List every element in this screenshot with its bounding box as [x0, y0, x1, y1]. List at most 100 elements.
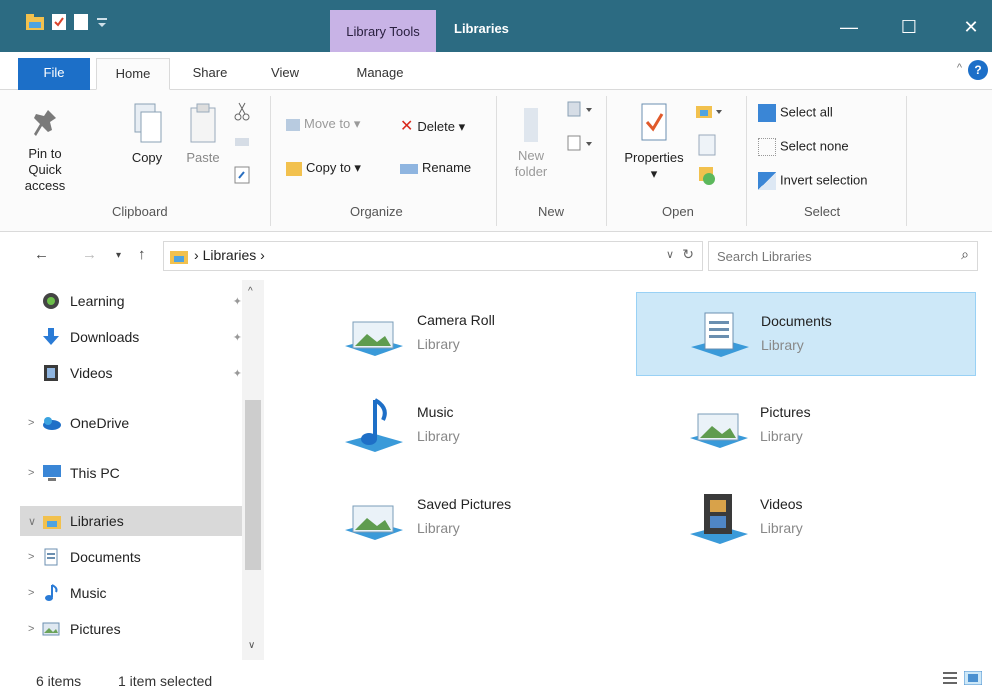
minimize-button[interactable]: — — [836, 16, 862, 38]
nav-item-label: Downloads — [70, 329, 140, 345]
folder-icon[interactable] — [26, 14, 44, 33]
library-item-camera-roll[interactable]: Camera Roll Library — [345, 292, 685, 376]
nav-item-pictures[interactable]: > Pictures — [20, 614, 246, 644]
nav-item-label: Documents — [70, 549, 141, 565]
select-all-button[interactable]: Select all — [758, 104, 833, 122]
select-none-button[interactable]: Select none — [758, 138, 849, 156]
tab-view[interactable]: View — [260, 58, 310, 90]
search-input[interactable] — [717, 246, 937, 266]
nav-item-onedrive[interactable]: > OneDrive — [20, 408, 246, 438]
delete-label: Delete — [417, 119, 455, 134]
maximize-button[interactable]: ☐ — [896, 16, 922, 38]
select-none-icon — [758, 138, 776, 156]
edit-icon[interactable] — [698, 134, 716, 159]
organize-group-label: Organize — [350, 204, 403, 219]
tab-home[interactable]: Home — [96, 58, 170, 90]
open-folder-icon[interactable] — [696, 102, 724, 123]
selection-count: 1 item selected — [118, 673, 213, 689]
library-type: Library — [417, 520, 460, 536]
properties-label: Properties — [624, 150, 684, 165]
library-item-saved-pictures[interactable]: Saved Pictures Library — [345, 476, 685, 560]
customize-dropdown-icon[interactable] — [96, 14, 108, 33]
library-item-videos[interactable]: Videos Library — [636, 476, 976, 560]
new-folder-button[interactable]: New folder — [506, 104, 556, 180]
delete-button[interactable]: ✕ Delete ▾ — [400, 116, 465, 136]
invert-selection-label: Invert selection — [780, 172, 868, 188]
back-arrow-icon[interactable]: ← — [34, 246, 49, 263]
pin-icon[interactable]: ✦ — [233, 295, 242, 308]
ribbon-separator — [496, 96, 497, 226]
library-item-documents[interactable]: Documents Library — [636, 292, 976, 376]
library-item-pictures[interactable]: Pictures Library — [636, 384, 976, 468]
help-icon[interactable]: ? — [968, 60, 988, 80]
nav-item-videos[interactable]: Videos ✦ — [20, 358, 246, 388]
nav-item-documents[interactable]: > Documents — [20, 542, 246, 572]
refresh-icon[interactable]: ↻ — [682, 246, 694, 263]
nav-item-downloads[interactable]: Downloads ✦ — [20, 322, 246, 352]
nav-item-learning[interactable]: Learning ✦ — [20, 286, 246, 316]
title-bar: Library Tools Libraries — ☐ ✕ — [0, 0, 992, 52]
move-to-label: Move to — [304, 116, 351, 131]
large-icons-view-icon[interactable] — [963, 670, 983, 688]
cut-icon[interactable] — [234, 102, 250, 125]
new-item-icon[interactable] — [566, 100, 596, 123]
pin-label: Pin to Quick access — [24, 146, 66, 193]
easy-access-icon[interactable] — [566, 134, 596, 157]
pin-to-quick-access-button[interactable]: Pin to Quick access — [4, 106, 86, 194]
properties-icon — [638, 102, 670, 150]
history-icon[interactable] — [698, 166, 716, 189]
properties-check-icon[interactable] — [52, 14, 66, 33]
properties-button[interactable]: Properties ▾ — [614, 102, 694, 182]
paste-button[interactable]: Paste — [180, 102, 226, 166]
copy-to-label: Copy to — [306, 160, 351, 175]
paste-shortcut-icon[interactable] — [234, 166, 250, 187]
invert-selection-button[interactable]: Invert selection — [758, 172, 867, 190]
picture-icon — [42, 620, 62, 638]
scroll-down-icon[interactable]: ∨ — [248, 640, 255, 651]
nav-item-libraries[interactable]: ∨ Libraries — [20, 506, 246, 536]
chevron-right-icon[interactable]: > — [28, 623, 42, 635]
copy-button[interactable]: Copy — [122, 102, 172, 166]
picture-library-icon — [345, 302, 405, 362]
search-box[interactable]: ⌕ — [708, 241, 978, 271]
address-dropdown-icon[interactable]: ∨ — [666, 248, 674, 261]
chevron-down-icon[interactable]: ∨ — [28, 515, 42, 528]
chevron-right-icon[interactable]: > — [28, 587, 42, 599]
forward-arrow-icon[interactable]: → — [82, 246, 97, 263]
copy-to-button[interactable]: Copy to ▾ — [286, 160, 361, 176]
library-type: Library — [761, 337, 804, 353]
tab-file[interactable]: File — [18, 58, 90, 90]
pin-icon[interactable]: ✦ — [233, 331, 242, 344]
item-count: 6 items — [36, 673, 82, 689]
select-all-icon — [758, 104, 776, 122]
nav-item-music[interactable]: > Music — [20, 578, 246, 608]
scrollbar-thumb[interactable] — [245, 400, 261, 570]
pin-icon — [30, 106, 60, 146]
up-arrow-icon[interactable]: ↑ — [138, 246, 146, 263]
tab-share[interactable]: Share — [180, 58, 240, 90]
copy-path-icon[interactable] — [234, 136, 250, 151]
search-icon[interactable]: ⌕ — [961, 246, 969, 263]
new-folder-icon[interactable] — [74, 14, 88, 33]
chevron-right-icon[interactable]: > — [28, 551, 42, 563]
collapse-ribbon-icon[interactable]: ^ — [957, 62, 962, 74]
library-name: Documents — [761, 313, 832, 329]
recent-locations-icon[interactable]: ▾ — [116, 250, 121, 261]
breadcrumb[interactable]: › Libraries › — [194, 247, 265, 263]
tab-manage[interactable]: Manage — [340, 58, 420, 90]
chevron-right-icon[interactable]: > — [28, 417, 42, 429]
nav-item-this-pc[interactable]: > This PC — [20, 458, 246, 488]
address-bar[interactable]: › Libraries › ∨ ↻ — [163, 241, 703, 271]
rename-button[interactable]: Rename — [400, 160, 471, 175]
pin-icon[interactable]: ✦ — [233, 367, 242, 380]
details-view-icon[interactable] — [942, 671, 958, 688]
close-button[interactable]: ✕ — [958, 16, 984, 38]
quick-access-toolbar — [26, 14, 108, 33]
new-folder-icon — [518, 104, 544, 148]
library-item-music[interactable]: Music Library — [345, 384, 685, 468]
chevron-right-icon[interactable]: > — [28, 467, 42, 479]
breadcrumb-libraries[interactable]: Libraries — [203, 247, 257, 263]
scroll-up-icon[interactable]: ^ — [248, 286, 253, 297]
nav-pane-scrollbar[interactable]: ^ ∨ — [242, 280, 264, 660]
move-to-button[interactable]: Move to ▾ — [286, 116, 360, 132]
